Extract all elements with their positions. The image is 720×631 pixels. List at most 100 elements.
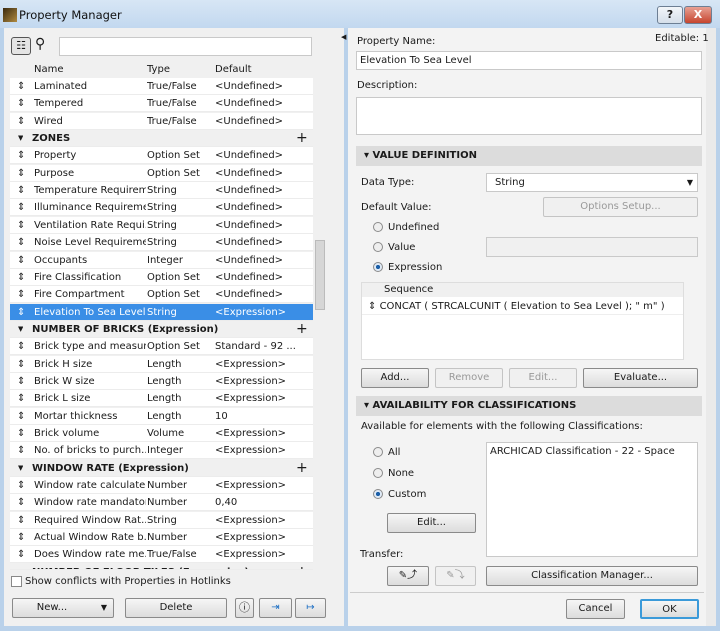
add-property-icon[interactable]: +: [296, 460, 308, 477]
drag-handle-icon[interactable]: ⇕: [17, 286, 25, 303]
cancel-button[interactable]: Cancel: [566, 599, 625, 619]
edit-classifications-button[interactable]: Edit...: [387, 513, 476, 533]
expand-arrow-icon[interactable]: ▼: [18, 130, 23, 147]
drag-handle-icon[interactable]: ⇕: [17, 338, 25, 355]
tree-view-icon[interactable]: ☷: [11, 37, 31, 55]
remove-button[interactable]: Remove: [435, 368, 503, 388]
table-row[interactable]: ⇕ Actual Window Rate b... Number <Expressio…: [10, 529, 313, 547]
details-scrollbar[interactable]: [706, 28, 716, 626]
drag-handle-icon[interactable]: ⇕: [17, 529, 25, 546]
radio-custom[interactable]: Custom: [373, 489, 426, 500]
add-button[interactable]: Add...: [361, 368, 429, 388]
show-conflicts-checkbox[interactable]: [11, 576, 22, 587]
drag-handle-icon[interactable]: ⇕: [17, 95, 25, 112]
radio-none[interactable]: None: [373, 468, 414, 479]
value-definition-section[interactable]: ▾ VALUE DEFINITION: [356, 146, 702, 166]
chevron-down-icon[interactable]: ▼: [101, 599, 107, 617]
table-row[interactable]: ⇕ Does Window rate me... True/False <Expres…: [10, 546, 313, 564]
table-row[interactable]: ⇕ Brick W size Length <Expression>: [10, 372, 313, 390]
table-row[interactable]: ⇕ Window rate calculated Number <Expression…: [10, 477, 313, 495]
drag-handle-icon[interactable]: ⇕: [17, 234, 25, 251]
drag-handle-icon[interactable]: ⇕: [17, 147, 25, 164]
group-header[interactable]: ▼ NUMBER OF FLOOR TILES (Expression) +: [10, 563, 313, 570]
classification-manager-button[interactable]: Classification Manager...: [486, 566, 698, 586]
radio-value[interactable]: Value: [373, 242, 415, 253]
radio-expression[interactable]: Expression: [373, 262, 442, 273]
drag-handle-icon[interactable]: ⇕: [17, 78, 25, 95]
table-row[interactable]: ⇕ Brick L size Length <Expression>: [10, 390, 313, 408]
table-row[interactable]: ⇕ Elevation To Sea Level String <Expression…: [10, 303, 313, 321]
drag-handle-icon[interactable]: ⇕: [17, 165, 25, 182]
info-icon[interactable]: ⓘ: [235, 598, 254, 618]
classification-list[interactable]: ARCHICAD Classification - 22 - Space: [486, 442, 698, 557]
search-input[interactable]: [59, 37, 312, 56]
drag-handle-icon[interactable]: ⇕: [17, 269, 25, 286]
drag-handle-icon[interactable]: ⇕: [17, 546, 25, 563]
add-property-icon[interactable]: +: [296, 564, 308, 569]
table-row[interactable]: ⇕ Brick volume Volume <Expression>: [10, 425, 313, 442]
delete-button[interactable]: Delete: [125, 598, 227, 618]
property-name-field[interactable]: Elevation To Sea Level: [356, 51, 702, 70]
drag-handle-icon[interactable]: ⇕: [17, 304, 25, 321]
expand-arrow-icon[interactable]: ▼: [18, 321, 23, 338]
scrollbar-thumb[interactable]: [315, 240, 325, 310]
radio-undefined[interactable]: Undefined: [373, 222, 439, 233]
add-property-icon[interactable]: +: [296, 321, 308, 338]
column-default[interactable]: Default: [215, 62, 252, 78]
table-row[interactable]: ⇕ Laminated True/False <Undefined>: [10, 78, 313, 95]
availability-section[interactable]: ▾ AVAILABILITY FOR CLASSIFICATIONS: [356, 396, 702, 416]
data-type-select[interactable]: String ▼: [486, 173, 698, 192]
column-name[interactable]: Name: [34, 62, 64, 78]
drag-handle-icon[interactable]: ⇕: [17, 425, 25, 442]
drag-handle-icon[interactable]: ⇕: [17, 408, 25, 425]
table-row[interactable]: ⇕ Wired True/False <Undefined>: [10, 112, 313, 130]
table-row[interactable]: ⇕ Brick type and measuresOption Set Standa…: [10, 338, 313, 356]
add-property-icon[interactable]: +: [296, 130, 308, 147]
ok-button[interactable]: OK: [640, 599, 699, 619]
radio-all[interactable]: All: [373, 447, 400, 458]
drag-handle-icon[interactable]: ⇕: [17, 199, 25, 216]
description-field[interactable]: [356, 97, 702, 135]
drag-handle-icon[interactable]: ⇕: [17, 113, 25, 130]
drag-handle-icon[interactable]: ⇕: [17, 494, 25, 511]
drag-handle-icon[interactable]: ⇕: [17, 442, 25, 459]
drag-handle-icon[interactable]: ⇕: [17, 182, 25, 199]
table-row[interactable]: ⇕ Brick H size Length <Expression>: [10, 355, 313, 373]
export-icon[interactable]: ↦: [295, 598, 326, 618]
expand-arrow-icon[interactable]: ▼: [18, 564, 23, 569]
drag-handle-icon[interactable]: ⇕: [17, 252, 25, 269]
drag-handle-icon[interactable]: ⇕: [17, 373, 25, 390]
sequence-item[interactable]: ⇕ CONCAT ( STRCALCUNIT ( Elevation to Se…: [362, 298, 683, 315]
collapse-arrow-icon[interactable]: ◀: [341, 33, 346, 41]
pick-up-icon[interactable]: ✎⤴: [387, 566, 429, 586]
evaluate-button[interactable]: Evaluate...: [583, 368, 698, 388]
value-field[interactable]: [486, 237, 698, 257]
table-row[interactable]: ⇕ Fire Classification Option Set <Undefined…: [10, 268, 313, 286]
edit-expression-button[interactable]: Edit...: [509, 368, 577, 388]
new-button[interactable]: New... ▼: [12, 598, 114, 618]
drag-handle-icon[interactable]: ⇕: [17, 390, 25, 407]
close-button[interactable]: X: [684, 6, 712, 24]
table-row[interactable]: ⇕ Illuminance Requireme...String <Undefine…: [10, 199, 313, 217]
import-icon[interactable]: ⇥: [259, 598, 292, 618]
column-type[interactable]: Type: [147, 62, 170, 78]
table-row[interactable]: ⇕ Occupants Integer <Undefined>: [10, 251, 313, 269]
options-setup-button[interactable]: Options Setup...: [543, 197, 698, 217]
group-header[interactable]: ▼ ZONES +: [10, 130, 313, 148]
table-row[interactable]: ⇕ Property Option Set <Undefined>: [10, 147, 313, 165]
table-row[interactable]: ⇕ Fire Compartment Option Set <Undefined>: [10, 286, 313, 304]
drag-handle-icon[interactable]: ⇕: [17, 217, 25, 234]
drag-handle-icon[interactable]: ⇕: [17, 477, 25, 494]
table-row[interactable]: ⇕ Ventilation Rate Requi... String <Undefin…: [10, 216, 313, 234]
table-row[interactable]: ⇕ No. of bricks to purch... Integer <Expres…: [10, 442, 313, 460]
group-header[interactable]: ▼ NUMBER OF BRICKS (Expression) +: [10, 320, 313, 338]
table-row[interactable]: ⇕ Mortar thickness Length 10: [10, 407, 313, 425]
table-row[interactable]: ⇕ Required Window Rat... String <Expression…: [10, 511, 313, 529]
list-scrollbar[interactable]: [314, 78, 326, 568]
drag-handle-icon[interactable]: ⇕: [17, 356, 25, 373]
table-row[interactable]: ⇕ Temperature Requirem... String <Undefined…: [10, 182, 313, 200]
group-header[interactable]: ▼ WINDOW RATE (Expression) +: [10, 459, 313, 477]
table-row[interactable]: ⇕ Tempered True/False <Undefined>: [10, 95, 313, 113]
drag-handle-icon[interactable]: ⇕: [368, 301, 376, 312]
table-row[interactable]: ⇕ Window rate mandatory Number 0,40: [10, 494, 313, 512]
